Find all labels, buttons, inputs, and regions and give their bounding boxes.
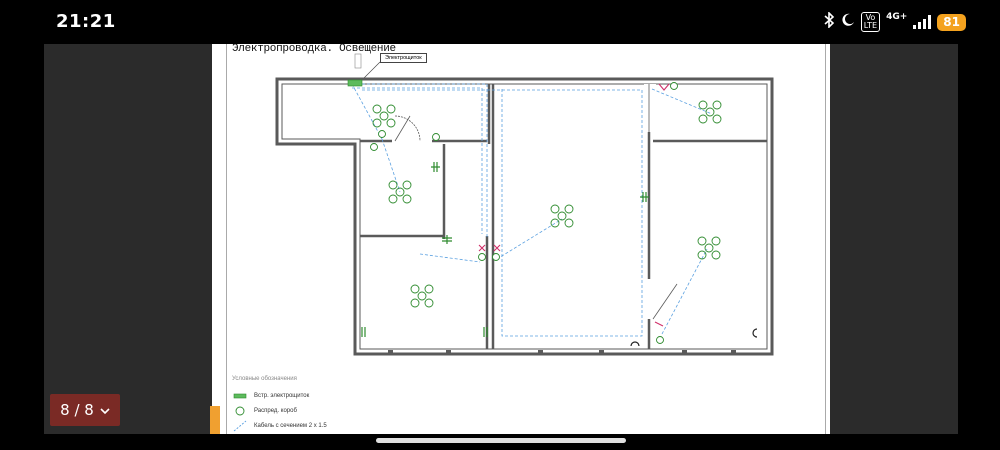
- legend-label: Распред. короб: [254, 407, 297, 414]
- bluetooth-icon: [823, 11, 835, 32]
- moon-icon: [841, 13, 855, 31]
- legend-title: Условные обозначения: [232, 376, 297, 382]
- network-type: 4G+: [886, 12, 908, 22]
- panel-symbol: [232, 390, 248, 402]
- status-icons: Vo LTE 4G+ 81: [823, 11, 966, 32]
- legend: Условные обозначения Встр. электрощиток …: [232, 376, 327, 433]
- document-page: Электропроводка. Освещение Электрощиток: [210, 44, 830, 434]
- legend-label: Кабель с сечением 2 x 1.5: [254, 422, 327, 429]
- home-indicator[interactable]: [376, 438, 626, 443]
- battery-icon: 81: [937, 13, 966, 31]
- junction-box-symbol: [232, 405, 248, 417]
- document-viewer[interactable]: Электропроводка. Освещение Электрощиток: [44, 44, 958, 434]
- volte-icon: Vo LTE: [860, 12, 881, 32]
- legend-item: Встр. электрощиток: [232, 388, 327, 403]
- signal-icon: [913, 15, 932, 29]
- electrical-panel-symbol: [347, 79, 363, 87]
- cable-symbol: [232, 420, 248, 432]
- page-indicator-label: 8 / 8: [60, 401, 94, 419]
- clock: 21:21: [56, 11, 116, 32]
- walls: [275, 77, 774, 356]
- status-bar: 21:21 Vo LTE 4G+ 81: [0, 0, 1000, 44]
- bookmark-tab[interactable]: [210, 406, 220, 434]
- legend-item: Кабель с сечением 2 x 1.5: [232, 418, 327, 433]
- legend-label: Встр. электрощиток: [254, 392, 310, 399]
- legend-item: Распред. короб: [232, 403, 327, 418]
- chevron-down-icon: [100, 401, 110, 419]
- page-indicator[interactable]: 8 / 8: [50, 394, 120, 426]
